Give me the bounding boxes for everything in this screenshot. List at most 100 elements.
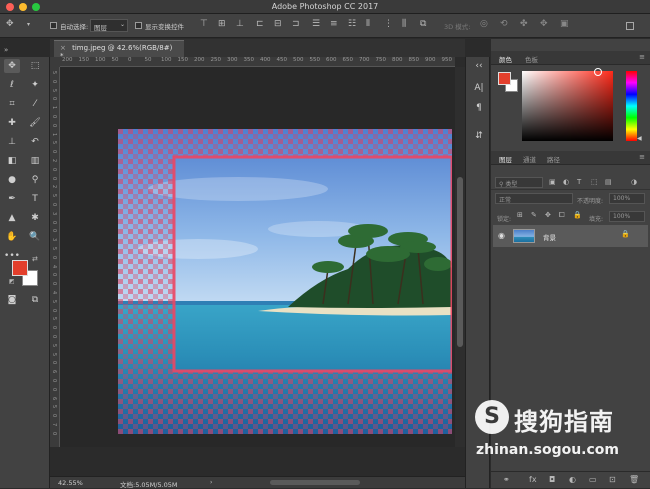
type-tool-icon[interactable]: T (27, 192, 43, 206)
color-panel-foreground-swatch[interactable] (498, 72, 511, 85)
close-document-icon[interactable]: × (60, 44, 66, 52)
properties-panel-icon[interactable]: ⇵ (472, 131, 486, 145)
tab-swatches[interactable]: 色板 (525, 54, 538, 64)
history-brush-tool-icon[interactable]: ↶ (27, 135, 43, 149)
lock-position-icon[interactable]: ✥ (545, 212, 551, 219)
ruler-origin[interactable] (50, 57, 60, 67)
move-tool-icon[interactable]: ✥ (6, 20, 14, 29)
blend-mode-dropdown[interactable]: 正常 (495, 193, 573, 204)
align-hcenter-icon[interactable]: ⊟ (274, 20, 282, 29)
delete-layer-icon[interactable]: 🗑 (629, 475, 639, 484)
pen-tool-icon[interactable]: ✒ (4, 192, 20, 206)
document-canvas[interactable] (118, 129, 452, 434)
canvas-area[interactable] (60, 67, 455, 447)
foreground-color-swatch[interactable] (12, 260, 28, 276)
vertical-scrollbar[interactable] (455, 67, 465, 447)
healing-brush-tool-icon[interactable]: ✚ (4, 116, 20, 130)
dodge-tool-icon[interactable]: ⚲ (27, 173, 43, 187)
distribute-top-icon[interactable]: ☰ (312, 20, 320, 29)
eyedropper-tool-icon[interactable]: ⁄ (27, 97, 43, 111)
auto-select-checkbox[interactable] (50, 22, 57, 29)
dock-collapse-icon[interactable]: ‹‹ (472, 61, 486, 75)
brush-tool-icon[interactable]: 🖌 (27, 116, 43, 130)
blur-tool-icon[interactable]: ● (4, 173, 20, 187)
vertical-scroll-thumb[interactable] (457, 177, 463, 347)
filter-adjustment-icon[interactable]: ◐ (563, 179, 569, 186)
distribute-bottom-icon[interactable]: ☷ (348, 20, 356, 29)
filter-smart-object-icon[interactable]: ▤ (605, 179, 612, 186)
marquee-tool-icon[interactable]: ⬚ (27, 59, 43, 73)
clone-stamp-tool-icon[interactable]: ⊥ (4, 135, 20, 149)
magic-wand-tool-icon[interactable]: ✦ (27, 78, 43, 92)
layer-filter-dropdown[interactable]: ⚲ 类型 (495, 177, 543, 188)
screen-mode-icon[interactable]: ⧉ (27, 293, 43, 307)
align-bottom-icon[interactable]: ⊥ (236, 20, 244, 29)
crop-tool-icon[interactable]: ⌗ (4, 97, 20, 111)
layers-panel-menu-icon[interactable]: ≡ (639, 153, 645, 161)
filter-type-icon[interactable]: T (577, 179, 581, 186)
tab-color[interactable]: 颜色 (499, 54, 512, 64)
tab-paths[interactable]: 路径 (547, 154, 560, 164)
fill-field[interactable]: 100% (609, 211, 645, 222)
color-picker-field[interactable] (522, 71, 613, 141)
lock-transparent-icon[interactable]: ⊞ (517, 212, 523, 219)
hand-tool-icon[interactable]: ✋ (4, 230, 20, 244)
horizontal-ruler[interactable]: 200 150 100 50 0 50 100 150 200 250 300 350 400 450 50… (60, 57, 455, 67)
horizontal-scroll-thumb[interactable] (270, 480, 360, 485)
workspace-icon[interactable] (626, 22, 634, 30)
status-menu-arrow-icon[interactable]: › (210, 479, 212, 486)
layer-mask-icon[interactable]: ◘ (549, 475, 555, 484)
vertical-ruler[interactable]: 5 0 5 0 1 0 0 1 5 0 2 0 0 2 5 0 3 0 0 3 5 0 4 0 0 4 5 0 5 0 0 5 5 0 6 0 0 6 5 0… (50, 67, 60, 447)
3d-pan-icon[interactable]: ✤ (520, 20, 528, 29)
document-tab[interactable]: × timg.jpeg @ 42.6%(RGB/8#) * (54, 40, 184, 60)
3d-roll-icon[interactable]: ⟲ (500, 20, 508, 29)
tool-preset-chevron-icon[interactable]: ▾ (27, 22, 30, 28)
align-vcenter-icon[interactable]: ⊞ (218, 20, 226, 29)
quick-mask-icon[interactable]: ◙ (4, 293, 20, 307)
default-colors-icon[interactable]: ◩ (9, 279, 15, 285)
adjustment-layer-icon[interactable]: ◐ (569, 475, 576, 484)
lock-all-icon[interactable]: 🔒 (573, 212, 582, 219)
filter-shape-icon[interactable]: ⬚ (591, 179, 598, 186)
hue-slider[interactable] (626, 71, 637, 141)
auto-align-icon[interactable]: ⧉ (420, 20, 426, 29)
tab-channels[interactable]: 通道 (523, 154, 536, 164)
new-group-icon[interactable]: ▭ (589, 475, 597, 484)
align-left-icon[interactable]: ⊏ (256, 20, 264, 29)
zoom-level[interactable]: 42.55% (58, 479, 83, 487)
auto-select-dropdown[interactable]: 图层 ⌄ (90, 19, 128, 32)
paragraph-panel-icon[interactable]: ¶ (472, 103, 486, 117)
zoom-tool-icon[interactable]: 🔍 (27, 230, 43, 244)
lock-artboard-icon[interactable]: ⧠ (559, 212, 565, 219)
opacity-field[interactable]: 100% (609, 193, 645, 204)
lock-image-icon[interactable]: ✎ (531, 212, 537, 219)
layer-visibility-eye-icon[interactable]: ◉ (498, 232, 505, 240)
3d-orbit-icon[interactable]: ◎ (480, 20, 488, 29)
link-layers-icon[interactable]: ⚭ (503, 475, 510, 484)
path-selection-tool-icon[interactable]: ▲ (4, 211, 20, 225)
toolbox-collapse-icon[interactable]: » (4, 47, 8, 54)
eraser-tool-icon[interactable]: ◧ (4, 154, 20, 168)
tab-layers[interactable]: 图层 (499, 154, 512, 164)
show-transform-checkbox[interactable] (135, 22, 142, 29)
3d-scale-icon[interactable]: ▣ (560, 20, 569, 29)
color-picker-cursor[interactable] (594, 68, 602, 76)
hue-slider-handle-icon[interactable]: ◀ (637, 135, 642, 142)
align-right-icon[interactable]: ⊐ (292, 20, 300, 29)
layer-name[interactable]: 背景 (543, 232, 556, 242)
distribute-hcenter-icon[interactable]: ⋮ (384, 20, 393, 29)
gradient-tool-icon[interactable]: ▥ (27, 154, 43, 168)
distribute-vcenter-icon[interactable]: ≡ (330, 20, 338, 29)
3d-slide-icon[interactable]: ✥ (540, 20, 548, 29)
filter-toggle-icon[interactable]: ◑ (631, 179, 637, 186)
distribute-right-icon[interactable]: ⫼ (402, 20, 406, 29)
move-tool-icon[interactable]: ✥ (4, 59, 20, 73)
lasso-tool-icon[interactable]: ℓ (4, 78, 20, 92)
layer-style-icon[interactable]: fx (529, 475, 537, 484)
panel-menu-icon[interactable]: ≡ (639, 53, 645, 61)
swap-colors-icon[interactable]: ⇄ (32, 256, 38, 263)
custom-shape-tool-icon[interactable]: ✱ (27, 211, 43, 225)
new-layer-icon[interactable]: ⊡ (609, 475, 616, 484)
filter-pixel-icon[interactable]: ▣ (549, 179, 556, 186)
align-top-icon[interactable]: ⊤ (200, 20, 208, 29)
